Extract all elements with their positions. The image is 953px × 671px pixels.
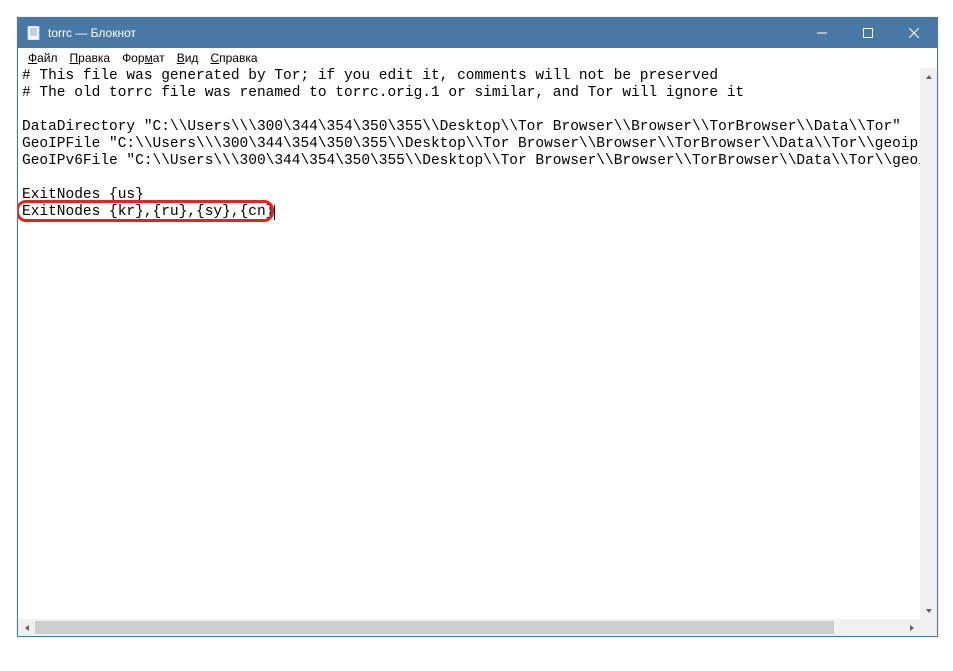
editor-line[interactable]: GeoIPFile "C:\\Users\\\300\344\354\350\3… — [22, 136, 916, 153]
menubar: Файл Правка Формат Вид Справка — [18, 48, 937, 68]
window-title: torrc — Блокнот — [48, 26, 136, 40]
horizontal-scrollbar[interactable] — [18, 619, 920, 636]
editor-line[interactable]: ExitNodes {kr},{ru},{sy},{cn} — [22, 204, 916, 221]
vertical-scroll-track[interactable] — [920, 85, 937, 602]
scroll-left-button[interactable] — [18, 619, 35, 636]
editor-line[interactable]: ExitNodes {us} — [22, 187, 916, 204]
titlebar[interactable]: torrc — Блокнот — [18, 18, 937, 48]
notepad-window: torrc — Блокнот Файл Правка Формат Вид С… — [17, 17, 938, 637]
editor-line[interactable]: # This file was generated by Tor; if you… — [22, 68, 916, 85]
editor-line[interactable]: # The old torrc file was renamed to torr… — [22, 85, 916, 102]
menu-file[interactable]: Файл — [22, 50, 64, 66]
vertical-scrollbar[interactable] — [920, 68, 937, 619]
notepad-icon — [26, 25, 42, 41]
scrollbar-corner — [920, 619, 937, 636]
editor-line[interactable] — [22, 170, 916, 187]
close-button[interactable] — [891, 18, 937, 48]
horizontal-scroll-thumb[interactable] — [35, 621, 834, 634]
menu-help[interactable]: Справка — [204, 50, 263, 66]
editor-line[interactable] — [22, 102, 916, 119]
menu-edit[interactable]: Правка — [64, 50, 117, 66]
menu-view[interactable]: Вид — [171, 50, 205, 66]
text-editor[interactable]: # This file was generated by Tor; if you… — [18, 68, 920, 619]
maximize-button[interactable] — [845, 18, 891, 48]
scroll-up-button[interactable] — [920, 68, 937, 85]
scroll-right-button[interactable] — [903, 619, 920, 636]
scroll-down-button[interactable] — [920, 602, 937, 619]
minimize-button[interactable] — [799, 18, 845, 48]
editor-line[interactable]: DataDirectory "C:\\Users\\\300\344\354\3… — [22, 119, 916, 136]
editor-line[interactable]: GeoIPv6File "C:\\Users\\\300\344\354\350… — [22, 153, 916, 170]
editor-area: # This file was generated by Tor; if you… — [18, 68, 937, 636]
horizontal-scroll-track[interactable] — [35, 619, 903, 636]
menu-format[interactable]: Формат — [116, 50, 171, 66]
text-caret — [274, 205, 275, 220]
